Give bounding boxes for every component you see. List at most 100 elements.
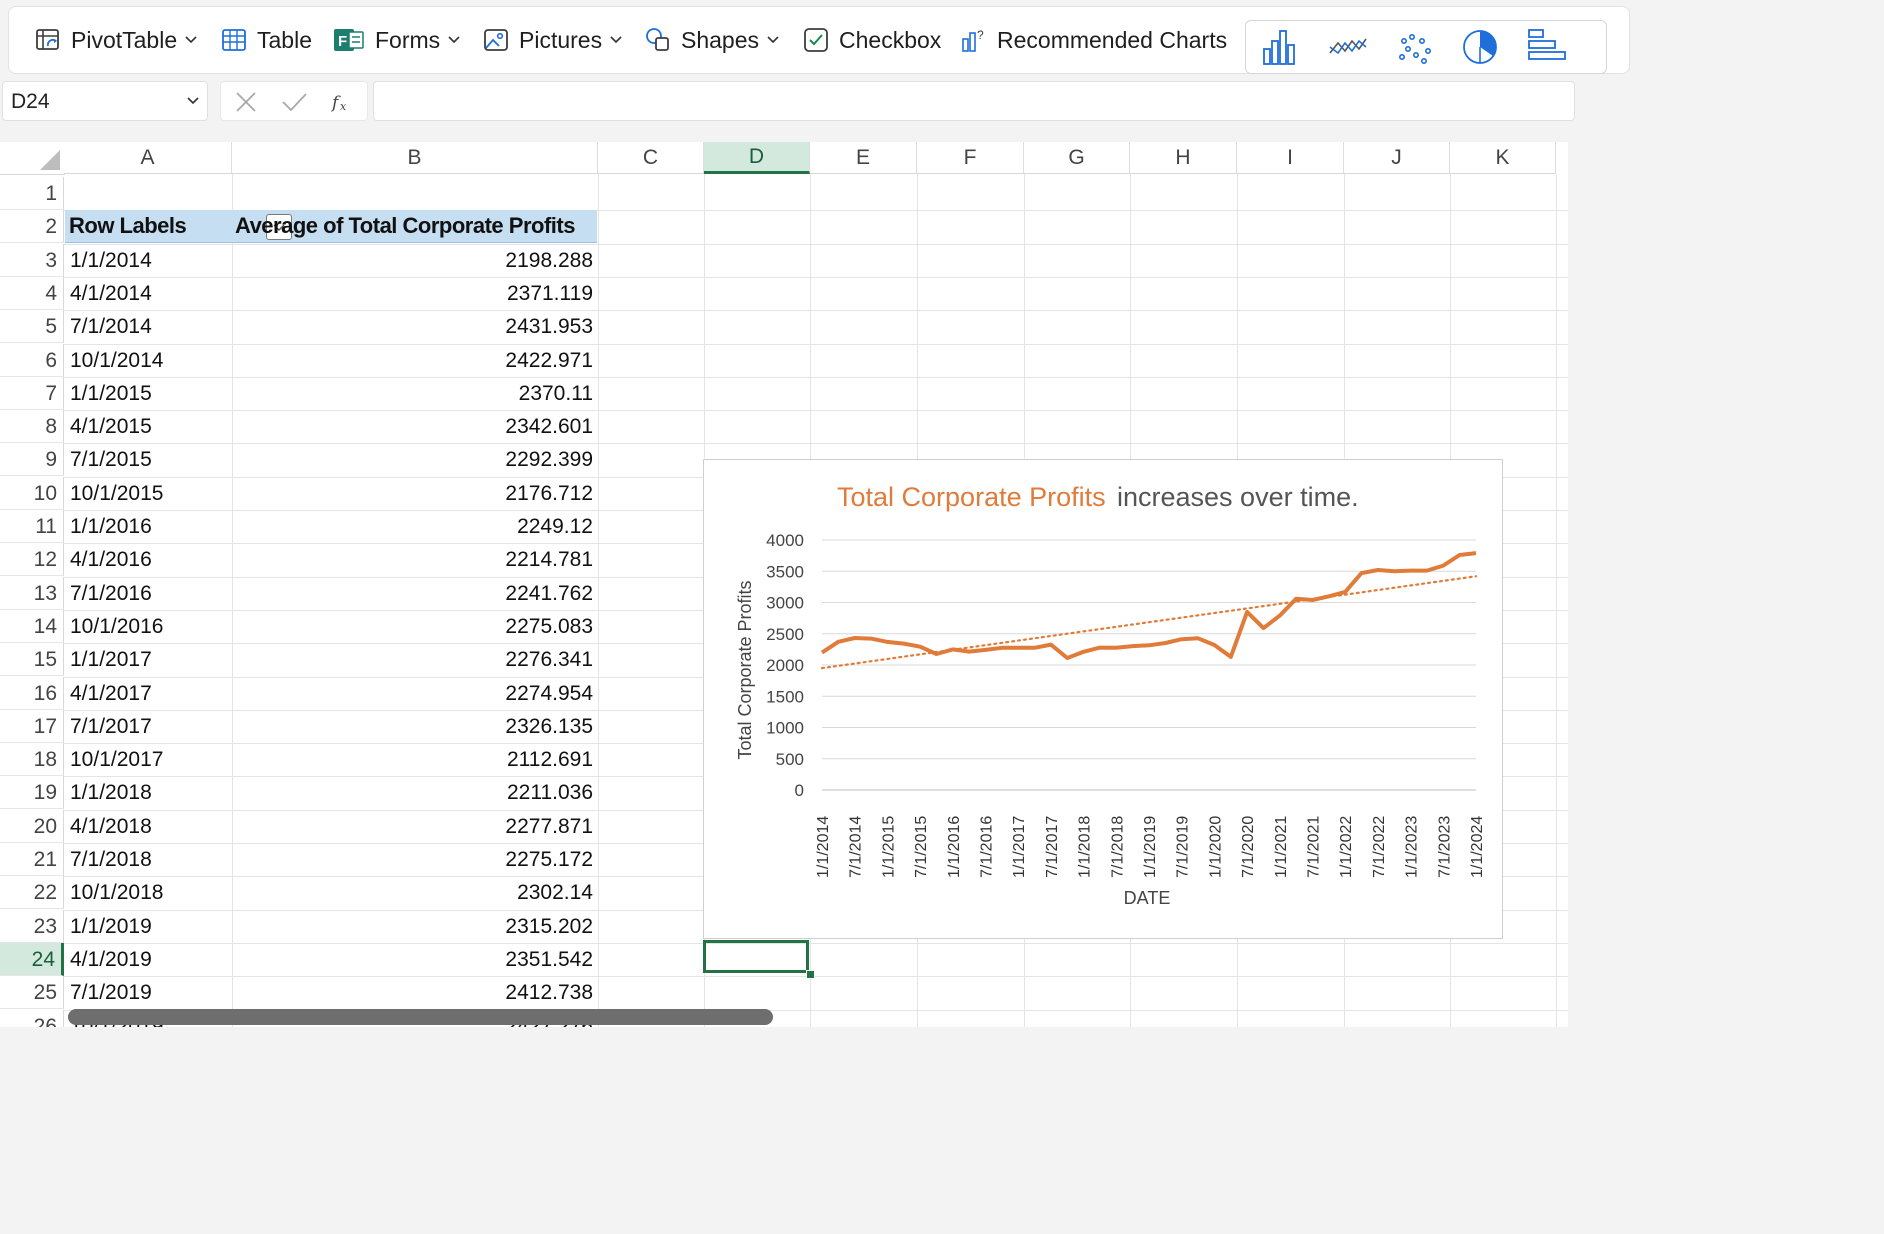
pivot-row-value[interactable]: 2176.712 [232, 477, 593, 510]
column-header-G[interactable]: G [1024, 142, 1130, 174]
column-header-H[interactable]: H [1130, 142, 1237, 174]
pivot-row-value[interactable]: 2412.738 [232, 976, 593, 1009]
pivot-row-value[interactable]: 2198.288 [232, 244, 593, 277]
pivot-row-value[interactable]: 2249.12 [232, 510, 593, 543]
row-header-17[interactable]: 17 [0, 709, 64, 743]
row-header-18[interactable]: 18 [0, 743, 64, 777]
formula-input[interactable] [373, 81, 1575, 121]
pivot-row-value[interactable]: 2326.135 [232, 710, 593, 743]
worksheet-grid[interactable]: ABCDEFGHIJK 1 2 3 4 5 6 7 8 9 10 11 12 13 14 15 16 17 18 1… [0, 142, 1568, 1027]
pivot-row-label[interactable]: 4/1/2015 [70, 410, 152, 443]
pivot-row-label[interactable]: 4/1/2017 [70, 677, 152, 710]
pivot-row-value[interactable]: 2371.119 [232, 277, 593, 310]
pivot-row-label[interactable]: 7/1/2017 [70, 710, 152, 743]
row-header-19[interactable]: 19 [0, 776, 64, 810]
pivot-row-value[interactable]: 2276.341 [232, 643, 593, 676]
line-chart[interactable]: Total Corporate Profits increases over t… [703, 459, 1503, 939]
enter-check-icon[interactable] [281, 89, 307, 115]
column-header-A[interactable]: A [64, 142, 232, 174]
row-header-12[interactable]: 12 [0, 543, 64, 577]
pivot-row-label[interactable]: 4/1/2014 [70, 277, 152, 310]
row-header-21[interactable]: 21 [0, 843, 64, 876]
pivot-row-value[interactable]: 2274.954 [232, 677, 593, 710]
pivot-row-value[interactable]: 2292.399 [232, 443, 593, 476]
row-header-14[interactable]: 14 [0, 609, 64, 643]
row-header-10[interactable]: 10 [0, 476, 64, 510]
row-header-5[interactable]: 5 [0, 310, 64, 344]
column-header-K[interactable]: K [1450, 142, 1556, 174]
row-header-6[interactable]: 6 [0, 343, 64, 377]
column-header-J[interactable]: J [1344, 142, 1450, 174]
pivot-row-value[interactable]: 2211.036 [232, 776, 593, 809]
pivot-row-value[interactable]: 2351.542 [232, 943, 593, 976]
pivot-row-value[interactable]: 2241.762 [232, 577, 593, 610]
fill-handle[interactable] [806, 970, 815, 979]
row-header-26[interactable]: 26 [0, 1009, 64, 1027]
column-header-F[interactable]: F [917, 142, 1024, 174]
pivot-row-label[interactable]: 4/1/2018 [70, 810, 152, 843]
column-header-D[interactable]: D [704, 142, 810, 174]
pivot-row-value[interactable]: 2277.871 [232, 810, 593, 843]
pivot-row-label[interactable]: 4/1/2016 [70, 543, 152, 576]
pivot-row-label[interactable]: 10/1/2017 [70, 743, 163, 776]
column-header-E[interactable]: E [810, 142, 917, 174]
row-header-7[interactable]: 7 [0, 376, 64, 410]
select-all-button[interactable] [0, 142, 65, 175]
row-header-9[interactable]: 9 [0, 443, 64, 477]
pivot-row-label[interactable]: 1/1/2016 [70, 510, 152, 543]
row-header-22[interactable]: 22 [0, 876, 64, 910]
horizontal-scrollbar[interactable] [68, 1009, 773, 1025]
column-header-I[interactable]: I [1237, 142, 1344, 174]
row-header-25[interactable]: 25 [0, 976, 64, 1010]
pivot-row-value[interactable]: 2431.953 [232, 310, 593, 343]
row-header-3[interactable]: 3 [0, 243, 64, 277]
pivot-row-label[interactable]: 7/1/2016 [70, 577, 152, 610]
pivot-row-value[interactable]: 2112.691 [232, 743, 593, 776]
row-header-13[interactable]: 13 [0, 576, 64, 610]
pivot-row-label[interactable]: 1/1/2018 [70, 776, 152, 809]
recommended-charts-button[interactable]: ? Recommended Charts [961, 7, 1227, 73]
row-header-24[interactable]: 24 [0, 942, 64, 976]
pictures-button[interactable]: Pictures [483, 7, 622, 73]
pie-chart-icon[interactable] [1460, 27, 1500, 67]
row-header-15[interactable]: 15 [0, 643, 64, 677]
column-header-C[interactable]: C [598, 142, 704, 174]
pivottable-button[interactable]: PivotTable [35, 7, 197, 73]
insert-function-icon[interactable]: fx [329, 89, 355, 115]
pivot-row-label[interactable]: 10/1/2014 [70, 344, 163, 377]
pivot-row-label[interactable]: 10/1/2015 [70, 477, 163, 510]
pivot-row-value[interactable]: 2214.781 [232, 543, 593, 576]
row-header-11[interactable]: 11 [0, 510, 64, 543]
pivot-row-value[interactable]: 2275.083 [232, 610, 593, 643]
forms-button[interactable]: F Forms [333, 7, 460, 73]
pivot-row-label[interactable]: 7/1/2014 [70, 310, 152, 343]
pivot-row-label[interactable]: 7/1/2018 [70, 843, 152, 876]
pivot-row-label[interactable]: 1/1/2019 [70, 910, 152, 943]
cancel-icon[interactable] [233, 89, 259, 115]
active-cell-D24[interactable] [703, 940, 809, 973]
checkbox-button[interactable]: Checkbox [803, 7, 941, 73]
pivot-row-label[interactable]: 10/1/2018 [70, 876, 163, 909]
pivot-row-value[interactable]: 2422.971 [232, 344, 593, 377]
pivot-row-label[interactable]: 1/1/2014 [70, 244, 152, 277]
name-box[interactable]: D24 [2, 81, 208, 121]
row-header-23[interactable]: 23 [0, 909, 64, 943]
shapes-button[interactable]: Shapes [645, 7, 779, 73]
row-header-16[interactable]: 16 [0, 676, 64, 710]
table-button[interactable]: Table [221, 7, 312, 73]
row-header-1[interactable]: 1 [0, 177, 64, 210]
pivot-row-label[interactable]: 7/1/2015 [70, 443, 152, 476]
chevron-down-icon[interactable] [187, 96, 199, 106]
bar-chart-icon[interactable] [1526, 27, 1566, 67]
column-header-B[interactable]: B [232, 142, 598, 174]
pivot-row-label[interactable]: 4/1/2019 [70, 943, 152, 976]
line-chart-icon[interactable] [1328, 27, 1368, 67]
pivot-row-value[interactable]: 2302.14 [232, 876, 593, 909]
column-chart-icon[interactable] [1260, 27, 1300, 67]
pivot-row-value[interactable]: 2370.11 [232, 377, 593, 410]
pivot-row-label[interactable]: 10/1/2016 [70, 610, 163, 643]
row-header-4[interactable]: 4 [0, 276, 64, 310]
pivot-row-label[interactable]: 1/1/2015 [70, 377, 152, 410]
row-header-8[interactable]: 8 [0, 410, 64, 444]
pivot-row-value[interactable]: 2315.202 [232, 910, 593, 943]
